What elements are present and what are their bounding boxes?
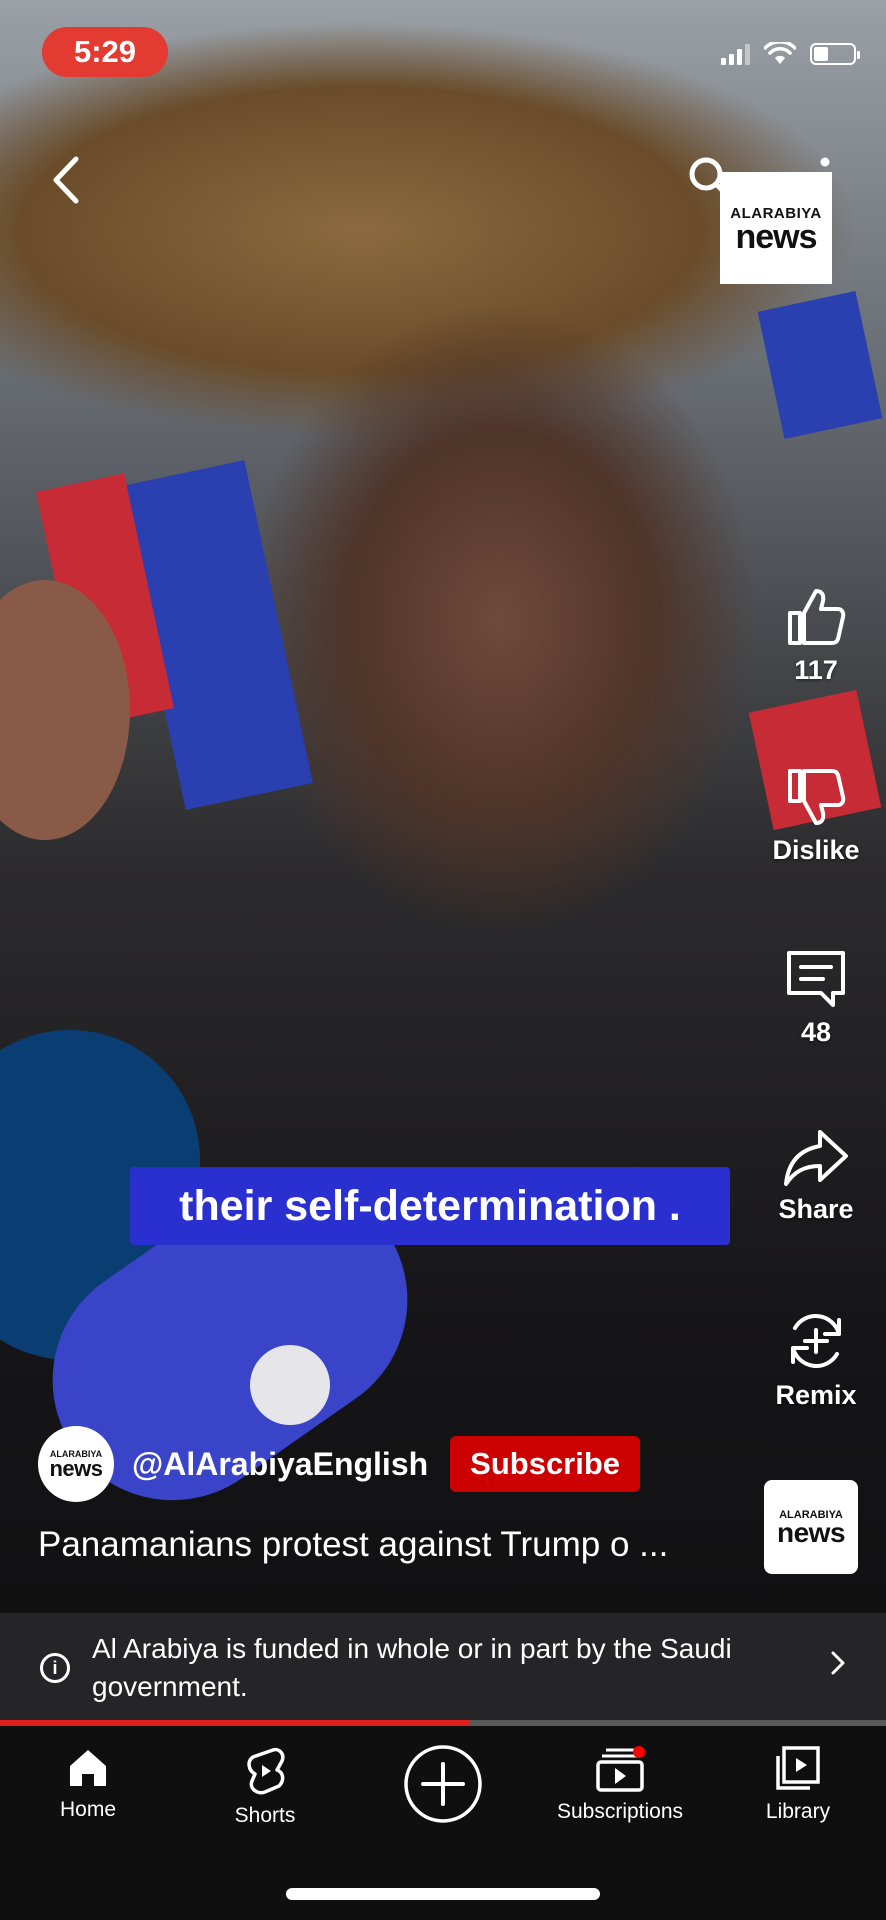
create-button[interactable] — [363, 1744, 523, 1824]
thumbs-up-icon — [788, 589, 846, 645]
avatar-big-text: news — [49, 1456, 103, 1481]
chevron-left-icon — [53, 156, 79, 204]
like-count: 117 — [794, 655, 838, 685]
battery-icon — [810, 43, 860, 65]
funding-info-panel[interactable]: i Al Arabiya is funded in whole or in pa… — [0, 1613, 886, 1723]
home-indicator[interactable] — [286, 1888, 600, 1900]
comment-icon — [787, 951, 845, 1007]
shorts-icon — [247, 1747, 285, 1795]
nav-shorts[interactable]: Shorts — [185, 1746, 345, 1828]
status-icons — [721, 42, 860, 66]
like-button[interactable]: 117 — [746, 585, 886, 686]
home-icon — [70, 1750, 106, 1786]
nav-library[interactable]: Library — [718, 1746, 878, 1824]
thumb-logo-big-text: news — [776, 1517, 846, 1548]
channel-handle[interactable]: @AlArabiyaEnglish — [132, 1446, 428, 1483]
thumbs-down-icon — [788, 769, 846, 825]
comments-count: 48 — [800, 1017, 832, 1047]
subscriptions-icon — [596, 1746, 645, 1792]
nav-shorts-label: Shorts — [234, 1804, 296, 1827]
wifi-icon — [764, 42, 796, 64]
chevron-right-icon — [830, 1650, 846, 1684]
video-caption: their self-determination . — [130, 1167, 730, 1245]
video-title[interactable]: Panamanians protest against Trump o ... — [38, 1525, 738, 1565]
dislike-label: Dislike — [772, 835, 860, 865]
plus-circle-icon — [404, 1745, 482, 1823]
share-label: Share — [778, 1194, 854, 1224]
comments-button[interactable]: 48 — [746, 945, 886, 1048]
cellular-signal-icon — [721, 43, 750, 65]
dislike-button[interactable]: Dislike — [746, 765, 886, 866]
share-arrow-icon — [784, 1130, 848, 1186]
remix-button[interactable]: Remix — [746, 1308, 886, 1411]
nav-subscriptions-label: Subscriptions — [556, 1800, 684, 1823]
background-flag-shape — [757, 291, 883, 439]
nav-library-label: Library — [765, 1800, 831, 1823]
remix-label: Remix — [775, 1380, 857, 1410]
channel-row: ALARABIYA news @AlArabiyaEnglish Subscri… — [38, 1426, 641, 1502]
share-button[interactable]: Share — [746, 1128, 886, 1225]
nav-subscriptions[interactable]: Subscriptions — [540, 1746, 700, 1824]
back-button[interactable] — [40, 150, 90, 210]
background-microphone-dot — [250, 1345, 330, 1425]
library-icon — [776, 1746, 820, 1790]
channel-avatar[interactable]: ALARABIYA news — [38, 1426, 114, 1502]
status-time: 5:29 — [42, 27, 168, 77]
status-bar: 5:29 — [0, 0, 886, 100]
info-icon: i — [40, 1653, 70, 1683]
shorts-player-screen: 5:29 ALARABIYA news 117 Dislike 48 Share… — [0, 0, 886, 1920]
video-watermark-logo: ALARABIYA news — [720, 172, 832, 284]
remix-icon — [791, 1314, 841, 1368]
subscribe-button[interactable]: Subscribe — [450, 1436, 641, 1492]
funding-info-text: Al Arabiya is funded in whole or in part… — [92, 1633, 732, 1702]
sound-source-thumbnail[interactable]: ALARABIYA news — [764, 1480, 858, 1574]
nav-home[interactable]: Home — [8, 1746, 168, 1822]
watermark-logo-big-text: news — [735, 217, 817, 256]
nav-home-label: Home — [59, 1798, 117, 1821]
